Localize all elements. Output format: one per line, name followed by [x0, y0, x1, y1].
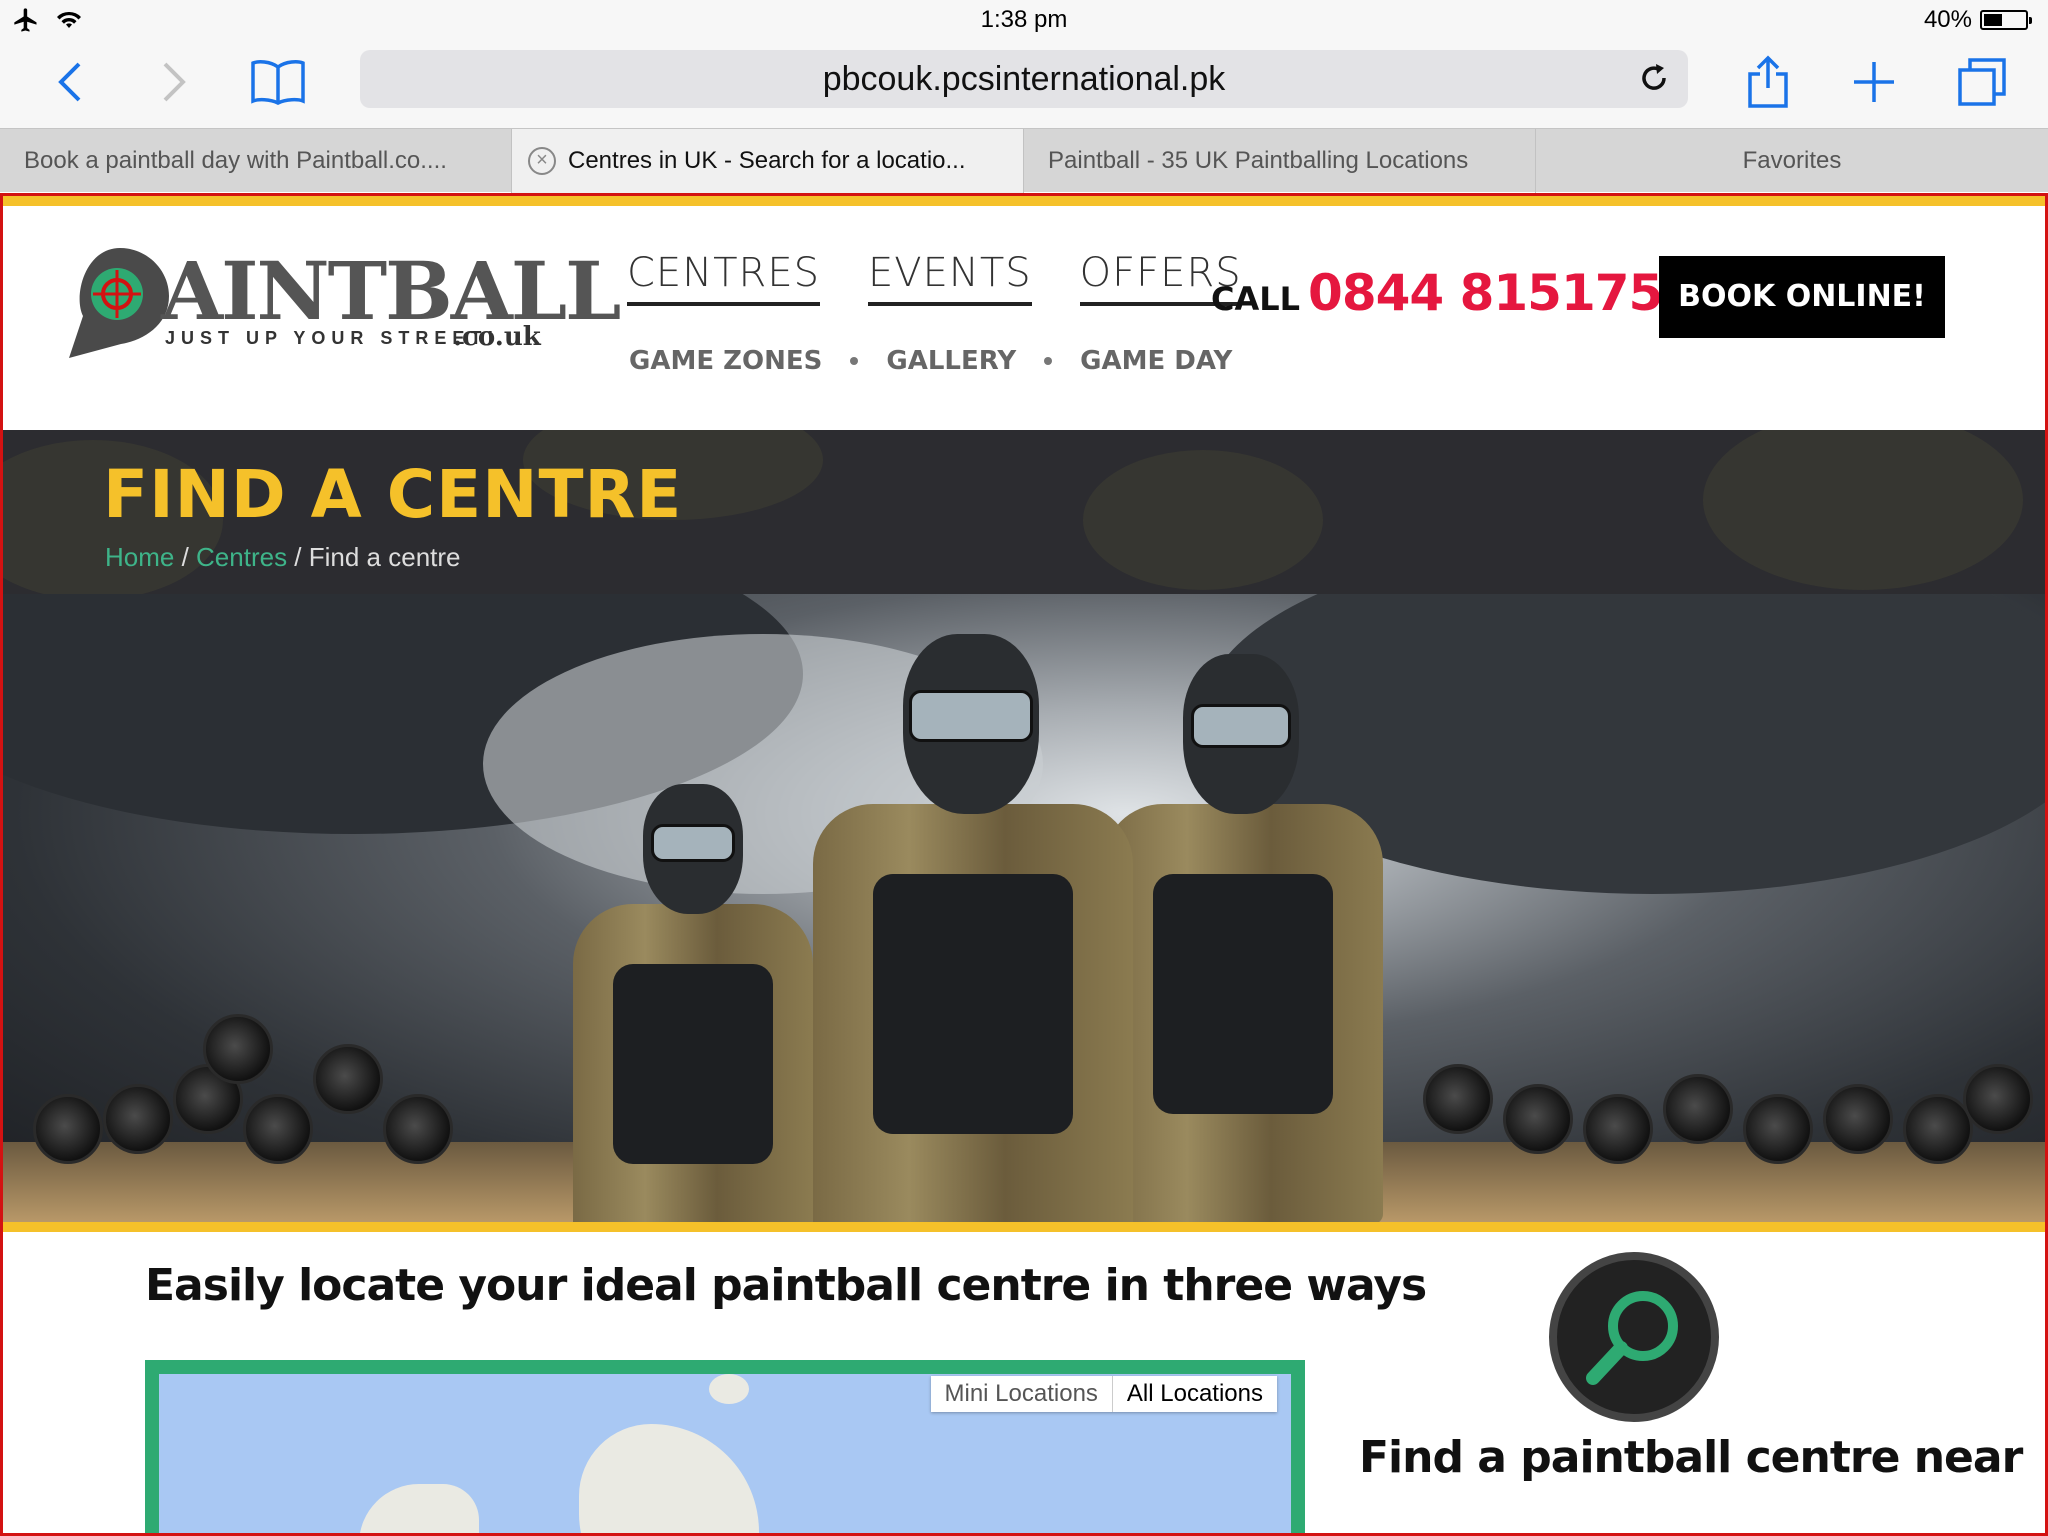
- book-online-button[interactable]: BOOK ONLINE!: [1659, 256, 1945, 338]
- status-right: 40%: [1923, 6, 2032, 34]
- nav-game-day[interactable]: GAME DAY: [1080, 346, 1232, 376]
- logo-tagline: JUST UP YOUR STREET!: [165, 328, 500, 348]
- breadcrumb-home[interactable]: Home: [105, 542, 174, 572]
- breadcrumb-separator: /: [174, 542, 197, 572]
- url-text: pbcouk.pcsinternational.pk: [822, 60, 1226, 98]
- barrel: [1963, 1064, 2033, 1134]
- barrel: [383, 1094, 453, 1164]
- nav-gallery[interactable]: GALLERY: [886, 346, 1016, 376]
- tabs-icon: [1958, 58, 2006, 106]
- book-icon: [251, 60, 305, 105]
- reload-icon: [1642, 64, 1666, 90]
- page-banner: FIND A CENTRE Home / Centres / Find a ce…: [3, 430, 2045, 594]
- site-header: AINTBALL JUST UP YOUR STREET! .co.uk CEN…: [3, 206, 2045, 430]
- browser-toolbar: pbcouk.pcsinternational.pk: [0, 44, 2048, 128]
- find-near-title: Find a paintball centre near: [1359, 1432, 2023, 1483]
- map-land: [709, 1374, 749, 1404]
- magnifier-icon: [1586, 1291, 1678, 1385]
- hero-image: [3, 594, 2045, 1222]
- player-center: [803, 634, 1143, 1222]
- clock: 1:38 pm: [980, 6, 1068, 33]
- player-vest: [1153, 874, 1333, 1114]
- nav-game-zones[interactable]: GAME ZONES: [629, 346, 822, 376]
- share-icon: [1748, 55, 1788, 108]
- page-title: FIND A CENTRE: [103, 456, 683, 533]
- new-tab-button[interactable]: [1844, 52, 1904, 112]
- nav-separator-dot: [1044, 357, 1053, 365]
- reload-button[interactable]: [1638, 62, 1670, 99]
- battery-level: [1984, 14, 2002, 26]
- banner-splat: [1083, 450, 1323, 590]
- chevron-left-icon: [58, 62, 81, 102]
- forward-button[interactable]: [144, 52, 204, 112]
- player-vest: [613, 964, 773, 1164]
- tab-paintball-locations[interactable]: Paintball - 35 UK Paintballing Locations: [1024, 129, 1536, 193]
- map-land: [579, 1424, 759, 1533]
- player-goggles: [1191, 704, 1291, 748]
- breadcrumb: Home / Centres / Find a centre: [105, 542, 461, 573]
- paintball-splat-icon: [69, 248, 169, 358]
- phone-number[interactable]: 0844 8151755: [1308, 264, 1697, 322]
- barrel: [1663, 1074, 1733, 1144]
- tab-book-paintball[interactable]: Book a paintball day with Paintball.co..…: [0, 129, 512, 193]
- search-icon[interactable]: [1549, 1252, 1719, 1422]
- player-left: [563, 784, 823, 1222]
- share-button[interactable]: [1738, 52, 1798, 112]
- main-nav: CENTRES EVENTS OFFERS: [627, 250, 1242, 306]
- player-vest: [873, 874, 1073, 1134]
- nav-centres[interactable]: CENTRES: [627, 250, 821, 306]
- browser-tabs: Book a paintball day with Paintball.co..…: [0, 128, 2048, 193]
- logo-domain: .co.uk: [453, 322, 541, 352]
- breadcrumb-current: Find a centre: [308, 542, 461, 572]
- map-tab-all-locations[interactable]: All Locations: [1111, 1376, 1277, 1412]
- locations-map[interactable]: Mini Locations All Locations: [145, 1360, 1305, 1533]
- banner-splat: [1703, 430, 2023, 590]
- breadcrumb-centres[interactable]: Centres: [196, 542, 287, 572]
- player-goggles: [909, 690, 1033, 742]
- plus-icon: [1854, 62, 1894, 102]
- map-land: [359, 1484, 479, 1533]
- barrel: [33, 1094, 103, 1164]
- top-accent-bar: [3, 196, 2045, 206]
- main-content: Easily locate your ideal paintball centr…: [3, 1232, 2045, 1533]
- back-button[interactable]: [40, 52, 100, 112]
- map-tab-mini-locations[interactable]: Mini Locations: [931, 1376, 1112, 1412]
- breadcrumb-separator: /: [287, 542, 309, 572]
- nav-events[interactable]: EVENTS: [868, 250, 1032, 306]
- url-bar[interactable]: pbcouk.pcsinternational.pk: [360, 50, 1688, 108]
- chevron-right-icon: [163, 62, 186, 102]
- tabs-overview-button[interactable]: [1952, 52, 2012, 112]
- player-goggles: [651, 824, 735, 862]
- battery-icon: [1980, 10, 2032, 30]
- barrel: [1503, 1084, 1573, 1154]
- barrel: [103, 1084, 173, 1154]
- tab-centres-uk[interactable]: × Centres in UK - Search for a locatio..…: [512, 129, 1024, 193]
- site-logo[interactable]: AINTBALL JUST UP YOUR STREET! .co.uk: [65, 244, 621, 360]
- barrel: [1583, 1094, 1653, 1164]
- barrel: [243, 1094, 313, 1164]
- barrel: [1423, 1064, 1493, 1134]
- nav-separator-dot: [850, 357, 859, 365]
- battery-percent: 40%: [1923, 6, 1972, 33]
- barrel: [1823, 1084, 1893, 1154]
- logo-wordmark: AINTBALL: [161, 244, 621, 338]
- hero-accent-bar: [3, 1222, 2045, 1232]
- close-tab-icon[interactable]: ×: [528, 147, 556, 175]
- barrel: [203, 1014, 273, 1084]
- status-bar: 1:38 pm 40%: [0, 0, 2048, 44]
- section-heading: Easily locate your ideal paintball centr…: [145, 1260, 1427, 1311]
- map-view-tabs: Mini Locations All Locations: [930, 1376, 1277, 1412]
- bookmarks-button[interactable]: [248, 52, 308, 112]
- barrel: [1743, 1094, 1813, 1164]
- tab-favorites[interactable]: Favorites: [1536, 129, 2048, 193]
- web-page: AINTBALL JUST UP YOUR STREET! .co.uk CEN…: [0, 193, 2048, 1536]
- tab-centres-uk-label: Centres in UK - Search for a locatio...: [568, 147, 966, 174]
- barrel: [313, 1044, 383, 1114]
- sub-nav: GAME ZONES GALLERY GAME DAY: [629, 346, 1232, 376]
- call-label: CALL: [1211, 280, 1301, 318]
